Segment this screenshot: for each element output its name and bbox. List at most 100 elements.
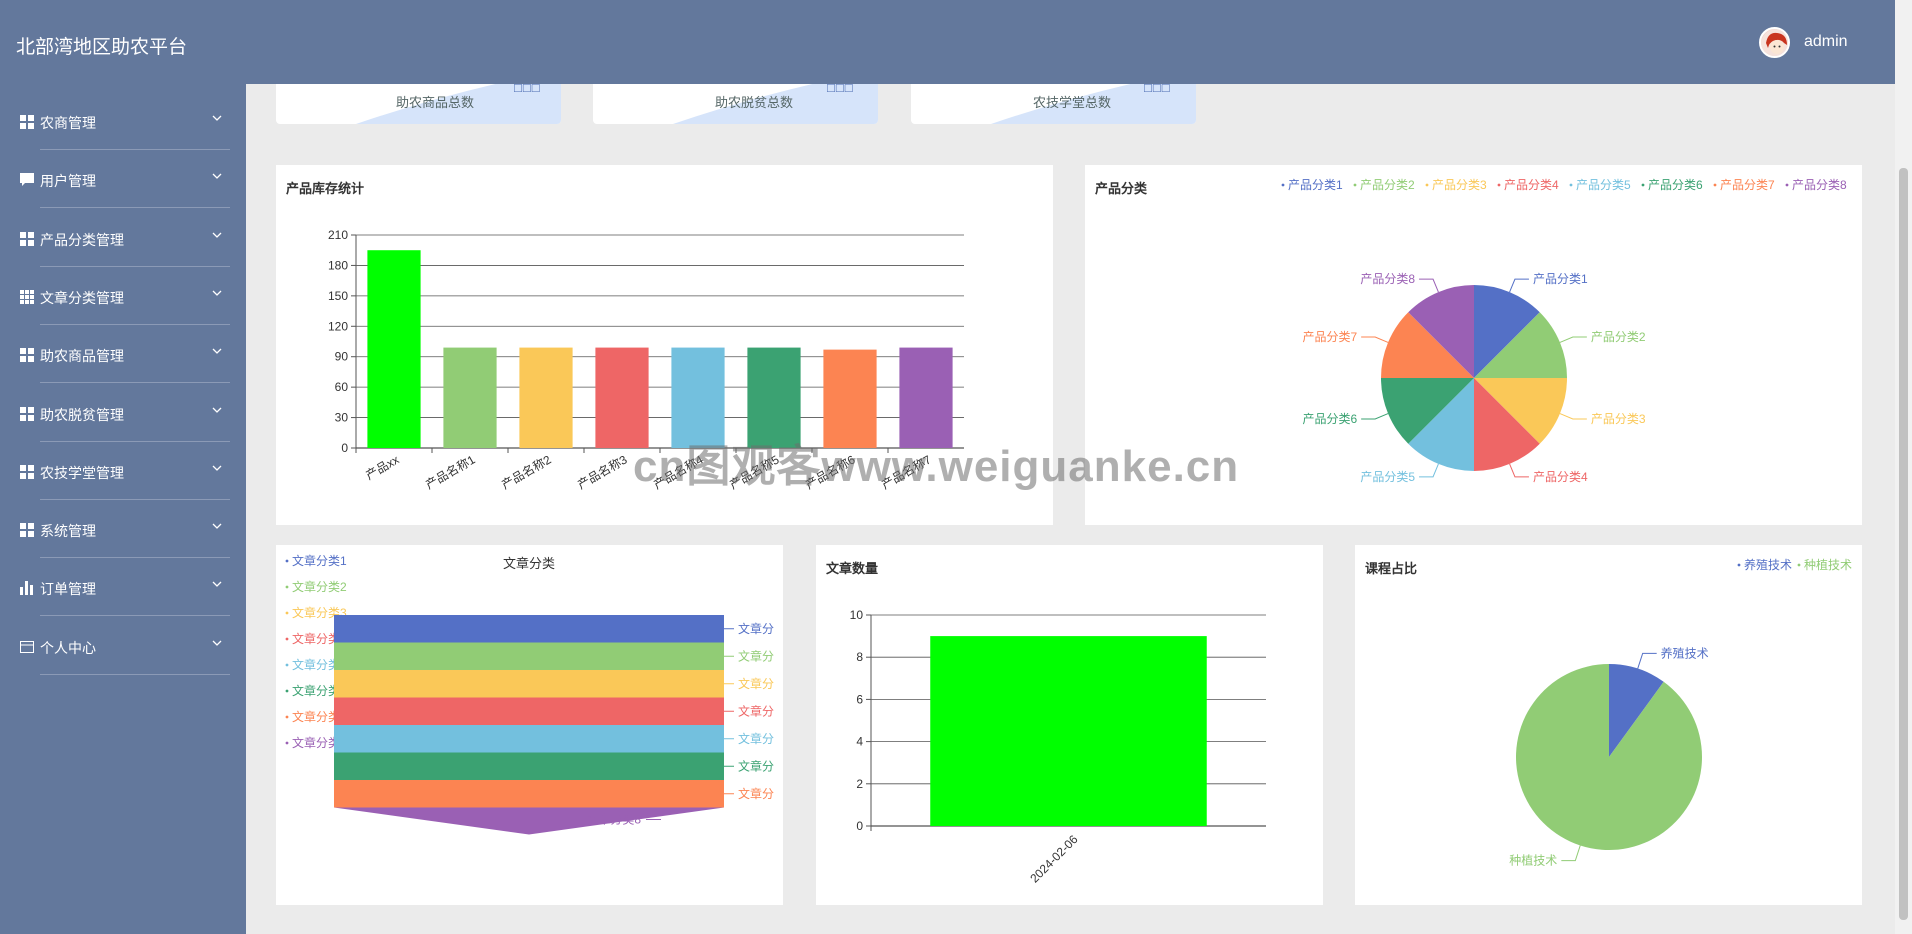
sidebar-item[interactable]: 文章分类管理	[0, 267, 246, 325]
pie-leader-line	[1419, 278, 1439, 293]
x-tick-label: 产品名称2	[499, 451, 554, 491]
sidebar-item[interactable]: 系统管理	[0, 500, 246, 559]
funnel-label: 文章分	[738, 621, 774, 636]
legend-label: 文章分类1	[292, 553, 347, 568]
legend-marker	[285, 559, 289, 563]
stat-value: □□□	[1144, 84, 1171, 95]
legend-label: 文章分类2	[292, 579, 347, 594]
funnel-label: 文章分	[738, 648, 774, 663]
chevron-down-icon	[212, 407, 222, 413]
x-tick-label: 产品名称3	[575, 451, 630, 491]
stat-card-products: 助农商品总数 □□□	[276, 84, 561, 124]
pie-label: 产品分类5	[1360, 470, 1415, 484]
sidebar-item-label: 产品分类管理	[40, 231, 124, 248]
bar	[443, 347, 497, 448]
grid-icon	[20, 464, 34, 479]
pie-leader-line	[1419, 463, 1439, 478]
legend-marker	[285, 715, 289, 719]
y-tick-label: 60	[335, 380, 349, 394]
legend-label: 产品分类8	[1792, 178, 1847, 192]
stat-card-school: 农技学堂总数 □□□	[911, 84, 1196, 124]
funnel-label: 文章分	[738, 703, 774, 718]
sidebar-item-label: 个人中心	[40, 639, 96, 656]
pie-label: 产品分类8	[1360, 272, 1415, 286]
legend-marker	[1353, 183, 1357, 187]
y-tick-label: 6	[856, 692, 863, 706]
bar-chart-icon	[20, 581, 33, 596]
sidebar-item-label: 用户管理	[40, 173, 96, 190]
sidebar-item[interactable]: 个人中心	[0, 617, 246, 675]
legend-marker	[285, 637, 289, 641]
main-content: 助农商品总数 □□□ 助农脱贫总数 □□□ 农技学堂总数 □□□ 产品库存统计 …	[246, 84, 1895, 934]
funnel-label: 文章分类8	[586, 812, 641, 827]
top-header: 北部湾地区助农平台 admin	[0, 0, 1895, 84]
stat-label: 农技学堂总数	[1033, 95, 1112, 110]
y-tick-label: 2	[856, 777, 863, 791]
chevron-down-icon	[212, 290, 222, 296]
x-tick-label: 产品xx	[363, 452, 401, 482]
chevron-down-icon	[212, 523, 222, 530]
sidebar-item[interactable]: 农商管理	[0, 92, 246, 150]
y-tick-label: 0	[856, 819, 863, 833]
y-tick-label: 90	[335, 350, 349, 364]
stat-card-poverty: 助农脱贫总数 □□□	[593, 84, 878, 124]
username[interactable]: admin	[1804, 33, 1848, 51]
legend-marker	[1497, 183, 1501, 187]
watermark: cn图观客www.weiguanke.cn	[633, 442, 1240, 491]
pie-leader-line	[1361, 336, 1389, 343]
y-tick-label: 4	[856, 735, 863, 749]
y-tick-label: 120	[328, 319, 348, 333]
chevron-down-icon	[212, 348, 222, 355]
funnel-segment	[334, 752, 724, 780]
legend-label: 产品分类1	[1288, 178, 1343, 192]
legend-marker	[1425, 183, 1429, 187]
funnel-segment	[334, 725, 724, 753]
chevron-down-icon	[212, 581, 222, 588]
sidebar-item[interactable]: 助农商品管理	[0, 325, 246, 384]
sidebar-item[interactable]: 用户管理	[0, 150, 246, 209]
y-tick-label: 8	[856, 650, 863, 664]
pie-leader-line	[1561, 845, 1581, 862]
x-tick-label: 2024-02-06	[1027, 832, 1081, 886]
funnel-label: 文章分	[738, 676, 774, 691]
legend-marker	[1641, 183, 1645, 187]
stat-label: 助农脱贫总数	[715, 95, 794, 110]
article-count-card: 文章数量 0 2 4 6 8 10 2024-02-06	[816, 545, 1323, 905]
scrollbar-thumb[interactable]	[1899, 168, 1908, 920]
funnel-segment	[334, 615, 724, 643]
y-tick-label: 210	[328, 228, 348, 242]
legend-marker	[1281, 183, 1285, 187]
chevron-down-icon	[212, 232, 222, 238]
funnel-label: 文章分	[738, 786, 774, 801]
legend-marker	[285, 663, 289, 667]
pie-label: 产品分类2	[1591, 330, 1646, 344]
sidebar-item[interactable]: 产品分类管理	[0, 209, 246, 267]
chat-icon	[20, 173, 34, 187]
chevron-down-icon	[212, 115, 222, 121]
sidebar-item-label: 文章分类管理	[40, 289, 124, 306]
stat-value: □□□	[514, 84, 541, 95]
app-title: 北部湾地区助农平台	[16, 37, 188, 58]
legend-label: 种植技术	[1804, 557, 1852, 572]
pie-leader-line	[1509, 463, 1529, 478]
funnel-label: 文章分	[738, 731, 774, 746]
avatar[interactable]	[1759, 27, 1790, 58]
scrollbar[interactable]	[1895, 0, 1912, 934]
pie-slice	[1516, 664, 1702, 850]
funnel-segment	[334, 670, 724, 698]
bar	[930, 636, 1207, 826]
funnel-segment	[334, 697, 724, 725]
sidebar-item-label: 订单管理	[40, 581, 96, 598]
pie-label: 产品分类4	[1533, 470, 1588, 484]
legend-label: 产品分类4	[1504, 178, 1559, 192]
funnel-segment	[334, 780, 724, 808]
legend-label: 产品分类2	[1360, 178, 1415, 192]
grid-icon	[20, 523, 34, 538]
sidebar-item[interactable]: 助农脱贫管理	[0, 384, 246, 442]
y-tick-label: 150	[328, 289, 348, 303]
x-tick-label: 产品名称1	[423, 451, 478, 491]
sidebar-item[interactable]: 农技学堂管理	[0, 442, 246, 500]
legend-label: 产品分类5	[1576, 178, 1631, 192]
sidebar-item[interactable]: 订单管理	[0, 558, 246, 617]
funnel-segment	[334, 642, 724, 670]
